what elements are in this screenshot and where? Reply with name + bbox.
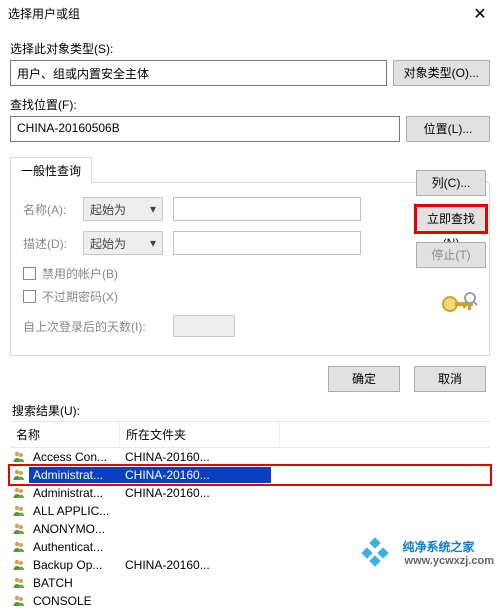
watermark-url: www.ycwxzj.com — [405, 555, 494, 567]
disabled-accounts-label: 禁用的帐户(B) — [42, 265, 118, 282]
description-match-text: 起始为 — [90, 235, 126, 252]
description-input[interactable] — [173, 231, 361, 255]
find-now-button[interactable]: 立即查找(N) — [416, 206, 486, 232]
title-bar: 选择用户或组 ✕ — [0, 0, 500, 28]
name-match-text: 起始为 — [90, 201, 126, 218]
table-row[interactable]: ALL APPLIC... — [10, 502, 490, 520]
watermark-text: 纯净系统之家 www.ycwxzj.com — [403, 538, 494, 567]
object-types-button[interactable]: 对象类型(O)... — [393, 60, 490, 86]
cell-name: Authenticat... — [29, 539, 121, 555]
cancel-button[interactable]: 取消 — [414, 366, 486, 392]
cell-name: Access Con... — [29, 449, 121, 465]
columns-button[interactable]: 列(C)... — [416, 170, 486, 196]
column-folder[interactable]: 所在文件夹 — [120, 422, 280, 447]
cell-name: Backup Op... — [29, 557, 121, 573]
description-label: 描述(D): — [23, 235, 73, 252]
results-label: 搜索结果(U): — [12, 402, 490, 419]
principal-icon — [12, 450, 26, 464]
cell-folder — [121, 528, 271, 530]
cell-folder: CHINA-20160... — [121, 467, 271, 483]
disabled-accounts-checkbox[interactable] — [23, 267, 36, 280]
location-field[interactable]: CHINA-20160506B — [10, 116, 400, 142]
days-since-logon-label: 自上次登录后的天数(I): — [23, 318, 163, 335]
table-row[interactable]: Access Con...CHINA-20160... — [10, 448, 490, 466]
table-row[interactable]: Administrat...CHINA-20160... — [10, 466, 490, 484]
column-name[interactable]: 名称 — [10, 422, 120, 447]
cell-name: CONSOLE — [29, 593, 121, 609]
cell-name: Administrat... — [29, 467, 121, 483]
principal-icon — [12, 486, 26, 500]
principal-icon — [12, 594, 26, 608]
watermark-logo-icon — [361, 537, 397, 567]
name-match-select[interactable]: 起始为 ▾ — [83, 197, 163, 221]
principal-icon — [12, 558, 26, 572]
nonexpiring-password-checkbox[interactable] — [23, 290, 36, 303]
chevron-down-icon: ▾ — [150, 236, 156, 250]
chevron-down-icon: ▾ — [150, 202, 156, 216]
dialog-content: 选择此对象类型(S): 用户、组或内置安全主体 对象类型(O)... 查找位置(… — [0, 28, 500, 356]
object-type-field[interactable]: 用户、组或内置安全主体 — [10, 60, 387, 86]
watermark-brand: 纯净系统之家 — [403, 538, 494, 555]
name-input[interactable] — [173, 197, 361, 221]
description-match-select[interactable]: 起始为 ▾ — [83, 231, 163, 255]
dialog-buttons: 确定 取消 — [0, 356, 500, 398]
table-row[interactable]: Administrat...CHINA-20160... — [10, 484, 490, 502]
cell-folder — [121, 600, 271, 602]
name-label: 名称(A): — [23, 201, 73, 218]
cell-name: ANONYMO... — [29, 521, 121, 537]
window-title: 选择用户或组 — [8, 5, 468, 22]
table-row[interactable]: CONSOLE — [10, 592, 490, 610]
cell-folder — [121, 546, 271, 548]
nonexpiring-password-label: 不过期密码(X) — [42, 288, 118, 305]
tab-common-queries[interactable]: 一般性查询 — [10, 157, 92, 183]
cell-folder — [121, 582, 271, 584]
cell-name: Administrat... — [29, 485, 121, 501]
cell-folder: CHINA-20160... — [121, 557, 271, 573]
results-header: 名称 所在文件夹 — [10, 421, 490, 448]
stop-button[interactable]: 停止(T) — [416, 242, 486, 268]
days-since-logon-input[interactable] — [173, 315, 235, 337]
table-row[interactable]: ANONYMO... — [10, 520, 490, 538]
watermark: 纯净系统之家 www.ycwxzj.com — [361, 537, 494, 567]
principal-icon — [12, 540, 26, 554]
cell-name: ALL APPLIC... — [29, 503, 121, 519]
principal-icon — [12, 468, 26, 482]
results-body: Access Con...CHINA-20160...Administrat..… — [10, 448, 490, 610]
cell-folder: CHINA-20160... — [121, 485, 271, 501]
search-key-icon — [440, 290, 478, 318]
cell-name: BATCH — [29, 575, 121, 591]
principal-icon — [12, 522, 26, 536]
close-icon[interactable]: ✕ — [468, 4, 492, 24]
cell-folder: CHINA-20160... — [121, 449, 271, 465]
ok-button[interactable]: 确定 — [328, 366, 400, 392]
location-label: 查找位置(F): — [10, 96, 490, 113]
locations-button[interactable]: 位置(L)... — [406, 116, 490, 142]
object-type-label: 选择此对象类型(S): — [10, 40, 490, 57]
principal-icon — [12, 576, 26, 590]
search-results: 搜索结果(U): 名称 所在文件夹 Access Con...CHINA-201… — [0, 402, 500, 610]
cell-folder — [121, 510, 271, 512]
principal-icon — [12, 504, 26, 518]
